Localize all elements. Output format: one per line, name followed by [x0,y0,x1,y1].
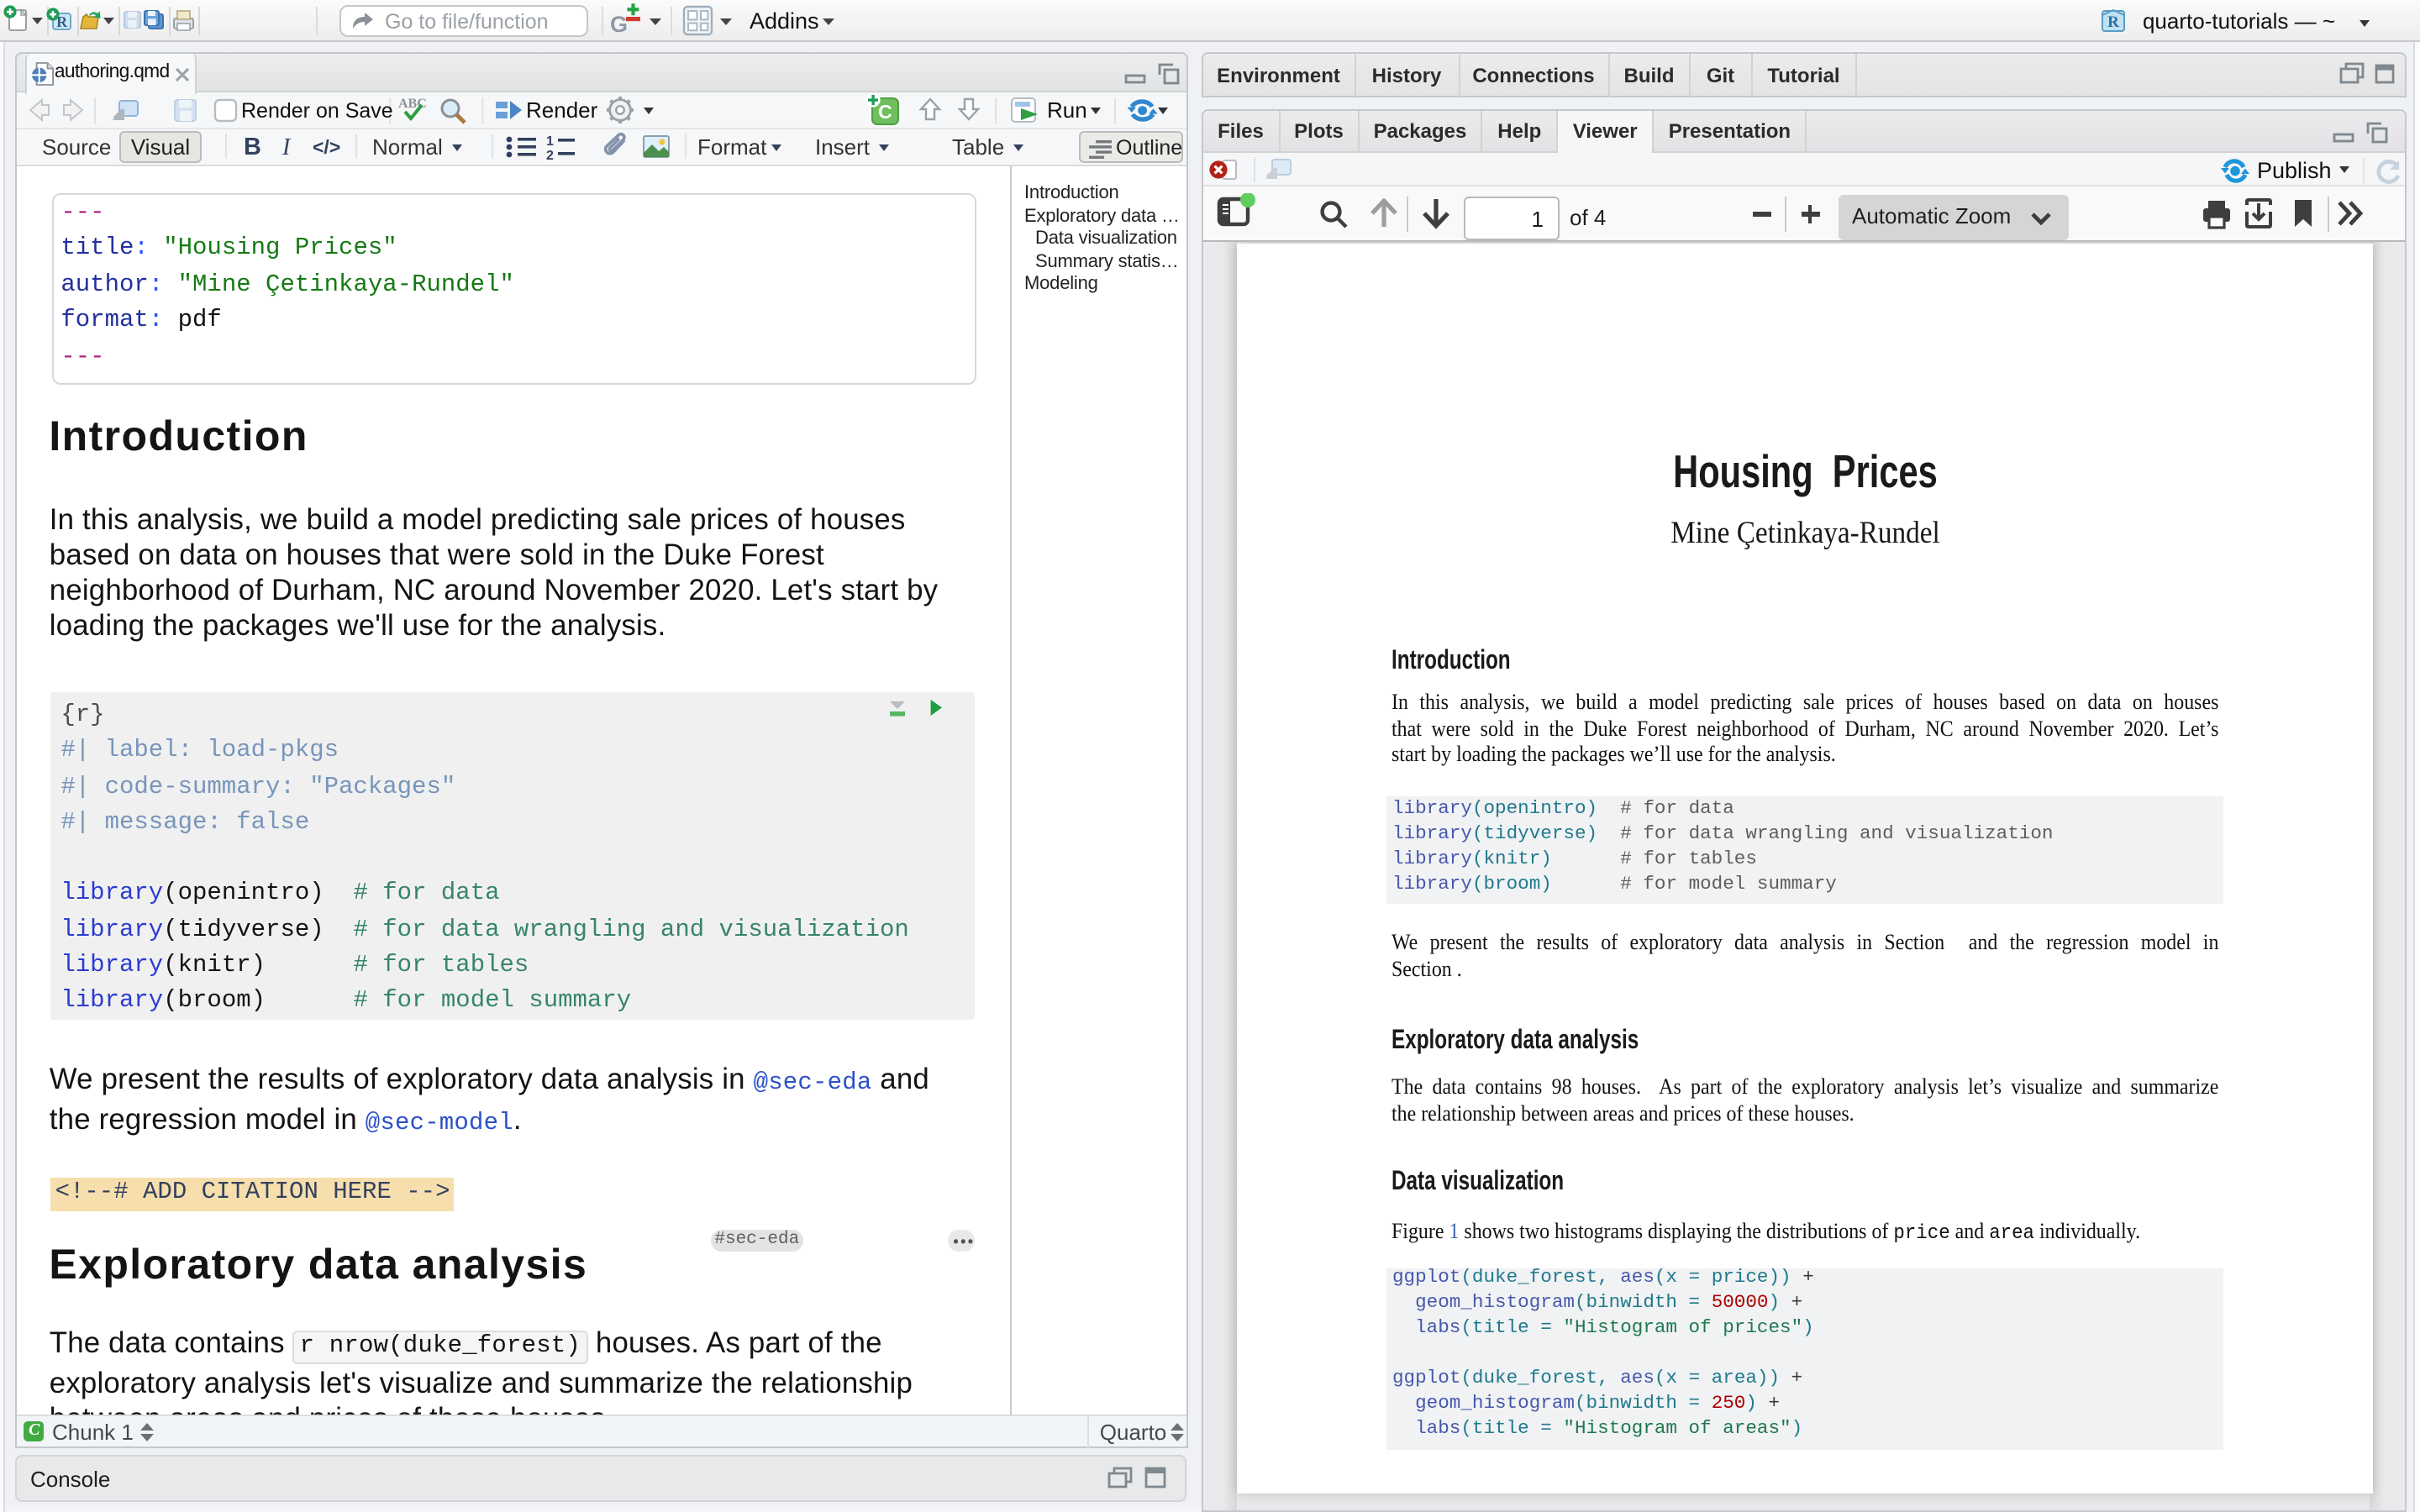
svg-text:B: B [244,134,261,160]
svg-text:ABC: ABC [398,97,427,111]
svg-text:G: G [610,12,628,37]
svg-text:Addins: Addins [750,8,819,34]
svg-text:C: C [878,101,892,123]
svg-text:R: R [2107,13,2118,31]
svg-text:</>: </> [313,136,340,158]
svg-text:2: 2 [546,149,554,163]
svg-text:1: 1 [546,134,554,149]
svg-text:I: I [281,134,292,160]
